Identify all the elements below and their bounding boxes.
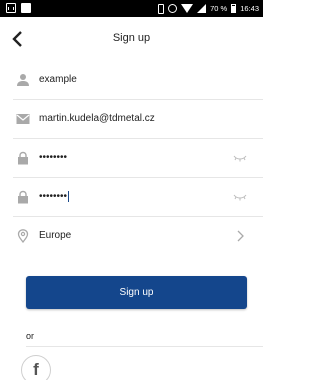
email-field[interactable]: martin.kudela@tdmetal.cz (39, 113, 155, 124)
clock: 16:43 (240, 4, 259, 13)
password-confirm-value: •••••••• (39, 191, 68, 203)
chevron-right-icon (237, 230, 244, 242)
username-field[interactable]: example (39, 74, 77, 85)
region-select[interactable]: Europe (39, 230, 71, 241)
text-cursor (68, 191, 70, 202)
notification-icons (6, 3, 31, 13)
battery-icon (231, 4, 237, 13)
vibrate-icon (158, 3, 165, 14)
username-row[interactable]: example (0, 61, 263, 100)
facebook-login-button[interactable]: f (21, 355, 51, 380)
system-icons: 70 % 16:43 (158, 3, 259, 14)
password-confirm-row[interactable]: •••••••• (0, 178, 263, 217)
lock-icon (18, 151, 28, 165)
or-label: or (26, 331, 35, 341)
wifi-icon (181, 4, 194, 13)
status-bar: 70 % 16:43 (0, 0, 263, 17)
app-header: Sign up (0, 17, 263, 61)
battery-percent: 70 % (210, 4, 228, 13)
page-title: Sign up (112, 32, 151, 44)
mail-notification-icon (6, 3, 16, 13)
divider (26, 346, 263, 347)
signal-icon (197, 4, 207, 13)
password-field[interactable]: •••••••• (39, 152, 67, 163)
image-notification-icon (21, 3, 31, 13)
mail-icon (16, 114, 30, 124)
signup-button[interactable]: Sign up (26, 276, 247, 309)
eye-closed-icon[interactable] (233, 152, 247, 164)
alarm-icon (168, 4, 178, 13)
location-pin-icon (17, 229, 29, 243)
person-icon (17, 74, 29, 86)
email-row[interactable]: martin.kudela@tdmetal.cz (0, 100, 263, 139)
lock-icon (18, 190, 28, 204)
facebook-icon: f (33, 360, 39, 379)
eye-closed-icon[interactable] (233, 191, 247, 203)
region-row[interactable]: Europe (0, 217, 263, 256)
password-row[interactable]: •••••••• (0, 139, 263, 178)
password-confirm-field[interactable]: •••••••• (39, 191, 70, 203)
